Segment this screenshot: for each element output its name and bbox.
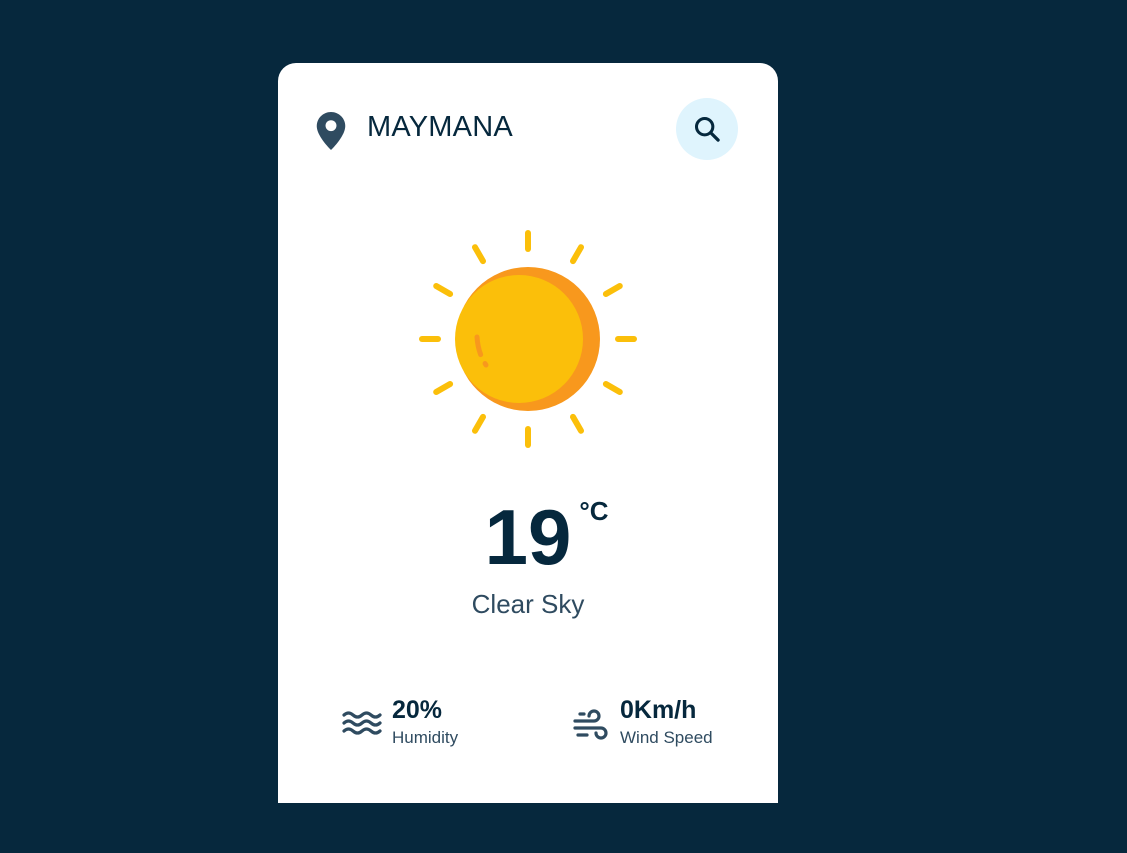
waves-icon	[342, 711, 382, 735]
wind-icon	[573, 709, 608, 740]
weather-description: Clear Sky	[471, 589, 585, 619]
temperature-value: 19 °C	[484, 493, 609, 581]
city-name: MAYMANA	[367, 111, 513, 143]
map-pin-icon	[316, 112, 346, 150]
search-button[interactable]	[676, 98, 738, 160]
search-icon	[694, 116, 720, 142]
humidity-value: 20%	[392, 696, 443, 724]
humidity-label: Humidity	[392, 728, 459, 747]
wind-speed-value: 0Km/h	[620, 696, 697, 724]
sun-icon	[419, 230, 637, 448]
temperature-display: 19 °C	[278, 493, 778, 581]
temperature-unit: °C	[579, 496, 609, 526]
wind-speed-label: Wind Speed	[620, 728, 713, 747]
weather-header: MAYMANA	[278, 98, 778, 160]
weather-card: MAYMANA 19 °C Clear Sky 20% Humidity 0Km…	[278, 63, 778, 803]
